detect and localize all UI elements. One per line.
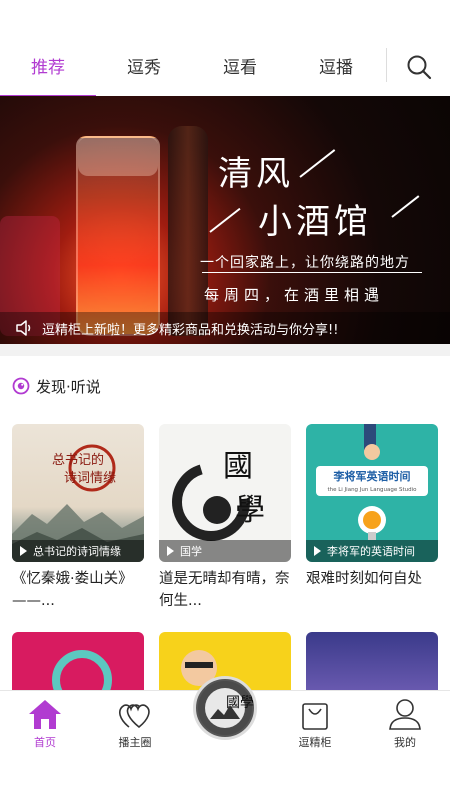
nav-label: 首页 bbox=[34, 736, 56, 749]
card-tag: 国学 bbox=[159, 540, 291, 562]
card-art-subtext: the Li Jiang Jun Language Studio bbox=[327, 487, 417, 493]
promo-banner[interactable]: 清风 小酒馆 一个回家路上，让你绕路的地方 每周四，在酒里相遇 逗精柜上新啦！更… bbox=[0, 96, 450, 344]
tab-doubo[interactable]: 逗播 bbox=[288, 43, 384, 93]
play-icon bbox=[20, 546, 27, 556]
play-icon bbox=[167, 546, 174, 556]
home-icon bbox=[29, 700, 61, 729]
eye-icon bbox=[12, 377, 30, 395]
notice-text: 逗精柜上新啦！更多精彩商品和兑换活动与你分享!! bbox=[42, 322, 339, 338]
top-tab-bar: 推荐 逗秀 逗看 逗播 bbox=[0, 40, 450, 98]
bottle-image bbox=[168, 126, 208, 336]
audio-card[interactable] bbox=[306, 632, 438, 692]
center-play-button[interactable]: 國學 bbox=[193, 676, 257, 740]
nav-label: 逗精柜 bbox=[298, 736, 332, 749]
app-page: 推荐 逗秀 逗看 逗播 清风 小酒馆 一个回家路上，让你绕路的地方 每周四，在酒… bbox=[0, 0, 450, 800]
audio-card[interactable]: 李将军英语时间 the Li Jiang Jun Language Studio… bbox=[306, 424, 438, 590]
card-title: 《忆秦娥·娄山关》——... bbox=[12, 571, 133, 609]
speaker-icon bbox=[16, 320, 31, 336]
card-cover-image: 國 學 国学 bbox=[159, 424, 291, 562]
nav-label: 我的 bbox=[394, 736, 416, 749]
nav-circle[interactable]: 播主圈 bbox=[100, 697, 170, 750]
card-art-text: 學 bbox=[235, 493, 265, 528]
banner-decor-line bbox=[209, 207, 241, 233]
card-tag: 总书记的诗词情缘 bbox=[12, 540, 144, 562]
notice-bar[interactable]: 逗精柜上新啦！更多精彩商品和兑换活动与你分享!! bbox=[0, 312, 450, 344]
tab-divider bbox=[386, 48, 387, 82]
nav-label: 播主圈 bbox=[118, 736, 152, 749]
banner-decor-line bbox=[391, 195, 420, 218]
center-disc-icon: 國學 bbox=[198, 681, 254, 735]
banner-decor-line bbox=[299, 149, 336, 178]
tab-recommend[interactable]: 推荐 bbox=[0, 43, 96, 98]
shopping-bag-icon bbox=[302, 703, 328, 730]
play-icon bbox=[314, 546, 321, 556]
tab-douxiu[interactable]: 逗秀 bbox=[96, 43, 192, 93]
card-art-text: 诗词情缘 bbox=[64, 471, 116, 486]
card-tag-text: 总书记的诗词情缘 bbox=[33, 545, 121, 558]
card-cover-image: 李将军英语时间 the Li Jiang Jun Language Studio… bbox=[306, 424, 438, 562]
card-art-text: 总书记的 bbox=[52, 452, 104, 468]
banner-tagline: 每周四，在酒里相遇 bbox=[204, 286, 385, 304]
beer-foam bbox=[78, 136, 158, 176]
card-art-text: 李将军英语时间 bbox=[333, 469, 411, 483]
nav-me[interactable]: 我的 bbox=[370, 697, 440, 750]
user-icon bbox=[389, 699, 421, 730]
audio-card[interactable] bbox=[12, 632, 144, 692]
card-tag-text: 李将军的英语时间 bbox=[327, 545, 415, 558]
section-header: 发现·听说 bbox=[12, 374, 101, 398]
card-tag: 李将军的英语时间 bbox=[306, 540, 438, 562]
nav-home[interactable]: 首页 bbox=[10, 697, 80, 750]
card-title: 艰难时刻如何自处 bbox=[306, 571, 422, 587]
audio-card[interactable]: 总书记的 诗词情缘 总书记的诗词情缘 《忆秦娥·娄山关》——... bbox=[12, 424, 144, 612]
audio-card[interactable]: 國 學 国学 道是无晴却有晴，奈何生... bbox=[159, 424, 291, 612]
tab-doukan[interactable]: 逗看 bbox=[192, 43, 288, 93]
section-title: 发现·听说 bbox=[36, 377, 101, 396]
nav-shop[interactable]: 逗精柜 bbox=[280, 697, 350, 750]
card-cover-image bbox=[52, 650, 112, 692]
card-art-text: 國 bbox=[223, 449, 253, 484]
card-tag-text: 国学 bbox=[180, 545, 202, 558]
banner-rule bbox=[202, 272, 422, 273]
banner-subtitle: 一个回家路上，让你绕路的地方 bbox=[200, 255, 410, 271]
search-icon[interactable] bbox=[404, 52, 434, 82]
card-title: 道是无晴却有晴，奈何生... bbox=[159, 571, 290, 609]
banner-title-line1: 清风 bbox=[218, 154, 294, 194]
card-cover-image: 总书记的 诗词情缘 总书记的诗词情缘 bbox=[12, 424, 144, 562]
banner-title-line2: 小酒馆 bbox=[258, 202, 372, 242]
section-gap bbox=[0, 344, 450, 356]
hearts-icon bbox=[119, 704, 150, 729]
